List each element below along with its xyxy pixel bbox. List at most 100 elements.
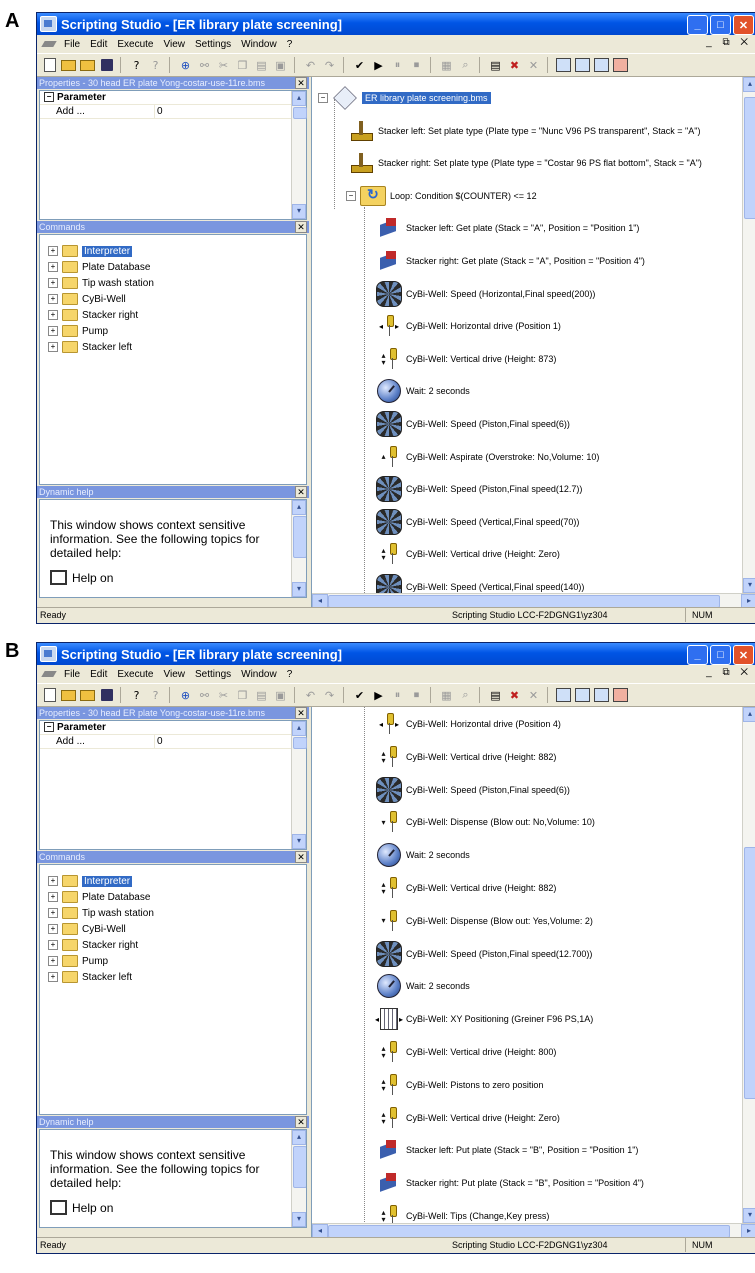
undo-icon[interactable]: ↶ bbox=[302, 687, 319, 703]
open-folder-icon[interactable] bbox=[79, 687, 96, 703]
close-button[interactable]: ✕ bbox=[733, 15, 754, 35]
menu-help[interactable]: ? bbox=[282, 669, 298, 680]
script-step[interactable]: Stacker left: Put plate (Stack = "B", Po… bbox=[374, 1135, 741, 1165]
help-icon[interactable]: ? bbox=[128, 687, 145, 703]
help-scrollbar[interactable]: ▴ ▾ bbox=[291, 1130, 306, 1227]
new-icon[interactable] bbox=[41, 687, 58, 703]
expand-icon[interactable]: + bbox=[48, 310, 58, 320]
check-icon[interactable]: ✔ bbox=[351, 687, 368, 703]
script-step[interactable]: Stacker right: Put plate (Stack = "B", P… bbox=[374, 1168, 741, 1198]
zoom-icon[interactable]: ⌕ bbox=[457, 687, 474, 703]
open-folder-icon[interactable] bbox=[79, 57, 96, 73]
scroll-down-icon[interactable]: ▾ bbox=[292, 204, 306, 219]
collapse-icon[interactable]: − bbox=[346, 190, 356, 201]
help-close-icon[interactable]: ✕ bbox=[295, 1116, 307, 1128]
paste-icon[interactable]: ▤ bbox=[253, 57, 270, 73]
copy-icon[interactable]: ❐ bbox=[234, 57, 251, 73]
delete-icon[interactable]: ▣ bbox=[272, 687, 289, 703]
command-node[interactable]: + Plate Database bbox=[48, 259, 306, 275]
help-icon[interactable]: ? bbox=[128, 57, 145, 73]
zoom-icon[interactable]: ⌕ bbox=[457, 57, 474, 73]
document-menu-icon[interactable] bbox=[42, 668, 56, 680]
menu-settings[interactable]: Settings bbox=[190, 669, 236, 680]
expand-icon[interactable]: + bbox=[48, 246, 58, 256]
new-icon[interactable] bbox=[41, 57, 58, 73]
scroll-down-icon[interactable]: ▾ bbox=[292, 834, 306, 849]
script-scrollbar[interactable]: ▴ ▾ bbox=[742, 77, 755, 593]
expand-icon[interactable]: + bbox=[48, 972, 58, 982]
script-step[interactable]: ▴ CyBi-Well: Aspirate (Overstroke: No,Vol… bbox=[374, 442, 741, 472]
help-scrollbar[interactable]: ▴ ▾ bbox=[291, 500, 306, 597]
help-close-icon[interactable]: ✕ bbox=[295, 486, 307, 498]
command-node[interactable]: + Tip wash station bbox=[48, 275, 306, 291]
close-doc-icon[interactable]: ✕ bbox=[525, 57, 542, 73]
command-node[interactable]: + Interpreter bbox=[48, 873, 306, 889]
script-step[interactable]: Wait: 2 seconds bbox=[374, 840, 741, 870]
properties-scrollbar[interactable]: ▴ ▾ bbox=[291, 721, 307, 849]
document-menu-icon[interactable] bbox=[42, 38, 56, 50]
script-step[interactable]: ▴ ▾ CyBi-Well: Pistons to zero position bbox=[374, 1070, 741, 1100]
script-step[interactable]: ◂ ▸ CyBi-Well: Horizontal drive (Position … bbox=[374, 709, 741, 739]
device-icon[interactable] bbox=[555, 687, 572, 703]
script-step[interactable]: − ER library plate screening.bms bbox=[318, 83, 741, 113]
menu-help[interactable]: ? bbox=[282, 39, 298, 50]
expand-icon[interactable]: + bbox=[48, 342, 58, 352]
menu-view[interactable]: View bbox=[159, 669, 191, 680]
open-icon[interactable] bbox=[60, 57, 77, 73]
device-stop-icon[interactable] bbox=[612, 57, 629, 73]
open-icon[interactable] bbox=[60, 687, 77, 703]
minimize-button[interactable]: _ bbox=[687, 645, 708, 665]
script-step[interactable]: CyBi-Well: Speed (Piston,Final speed(6)) bbox=[374, 775, 741, 805]
scroll-up-icon[interactable]: ▴ bbox=[292, 500, 306, 515]
stop-icon[interactable]: ⏹ bbox=[408, 687, 425, 703]
script-step[interactable]: ▴ ▾ CyBi-Well: Vertical drive (Height: 882… bbox=[374, 742, 741, 772]
copy-icon[interactable]: ❐ bbox=[234, 687, 251, 703]
script-step[interactable]: Stacker left: Get plate (Stack = "A", Po… bbox=[374, 213, 741, 243]
expand-icon[interactable]: + bbox=[48, 326, 58, 336]
script-step[interactable]: Stacker right: Get plate (Stack = "A", P… bbox=[374, 246, 741, 276]
command-node[interactable]: + Stacker right bbox=[48, 307, 306, 323]
mdi-controls[interactable]: _ ⧉ ✕ bbox=[706, 37, 752, 48]
expand-icon[interactable]: + bbox=[48, 278, 58, 288]
command-node[interactable]: + CyBi-Well bbox=[48, 291, 306, 307]
close-button[interactable]: ✕ bbox=[733, 645, 754, 665]
script-step[interactable]: ▴ ▾ CyBi-Well: Vertical drive (Height: Zer… bbox=[374, 539, 741, 569]
property-row[interactable]: Add ... 0 bbox=[40, 735, 306, 749]
script-step[interactable]: ▴ ▾ CyBi-Well: Vertical drive (Height: 800… bbox=[374, 1037, 741, 1067]
script-step[interactable]: ▴ ▾ CyBi-Well: Vertical drive (Height: 882… bbox=[374, 873, 741, 903]
expand-icon[interactable]: + bbox=[48, 262, 58, 272]
collapse-icon[interactable]: − bbox=[44, 92, 54, 103]
pause-icon[interactable]: ⏸ bbox=[389, 57, 406, 73]
play-icon[interactable]: ▶ bbox=[370, 687, 387, 703]
scroll-up-icon[interactable]: ▴ bbox=[292, 1130, 306, 1145]
menu-edit[interactable]: Edit bbox=[85, 39, 112, 50]
redo-icon[interactable]: ↷ bbox=[321, 687, 338, 703]
command-node[interactable]: + CyBi-Well bbox=[48, 921, 306, 937]
chart-icon[interactable]: ▦ bbox=[438, 57, 455, 73]
script-step[interactable]: − Loop: Condition $(COUNTER) <= 12 bbox=[346, 181, 741, 211]
scroll-thumb[interactable] bbox=[293, 516, 306, 558]
play-icon[interactable]: ▶ bbox=[370, 57, 387, 73]
scroll-thumb[interactable] bbox=[744, 847, 755, 1099]
device-step-icon[interactable] bbox=[593, 687, 610, 703]
expand-icon[interactable]: + bbox=[48, 892, 58, 902]
scroll-thumb[interactable] bbox=[744, 97, 755, 219]
command-node[interactable]: + Stacker left bbox=[48, 339, 306, 355]
script-hscrollbar[interactable]: ◂ ▸ bbox=[312, 593, 755, 609]
undo-icon[interactable]: ↶ bbox=[302, 57, 319, 73]
stop-icon[interactable]: ⏹ bbox=[408, 57, 425, 73]
device-icon[interactable] bbox=[555, 57, 572, 73]
link-icon[interactable]: ⚯ bbox=[196, 687, 213, 703]
command-node[interactable]: + Plate Database bbox=[48, 889, 306, 905]
add-command-icon[interactable]: ⊕ bbox=[177, 57, 194, 73]
script-step[interactable]: CyBi-Well: Speed (Piston,Final speed(12.… bbox=[374, 939, 741, 969]
context-help-icon[interactable]: ? bbox=[147, 57, 164, 73]
expand-icon[interactable]: + bbox=[48, 876, 58, 886]
menu-execute[interactable]: Execute bbox=[112, 39, 158, 50]
menu-file[interactable]: File bbox=[59, 39, 85, 50]
collapse-icon[interactable]: − bbox=[318, 93, 328, 103]
menu-window[interactable]: Window bbox=[236, 669, 282, 680]
script-hscrollbar[interactable]: ◂ ▸ bbox=[312, 1223, 755, 1239]
paste-icon[interactable]: ▤ bbox=[253, 687, 270, 703]
script-step[interactable]: ▾ CyBi-Well: Dispense (Blow out: Yes,Volu… bbox=[374, 906, 741, 936]
